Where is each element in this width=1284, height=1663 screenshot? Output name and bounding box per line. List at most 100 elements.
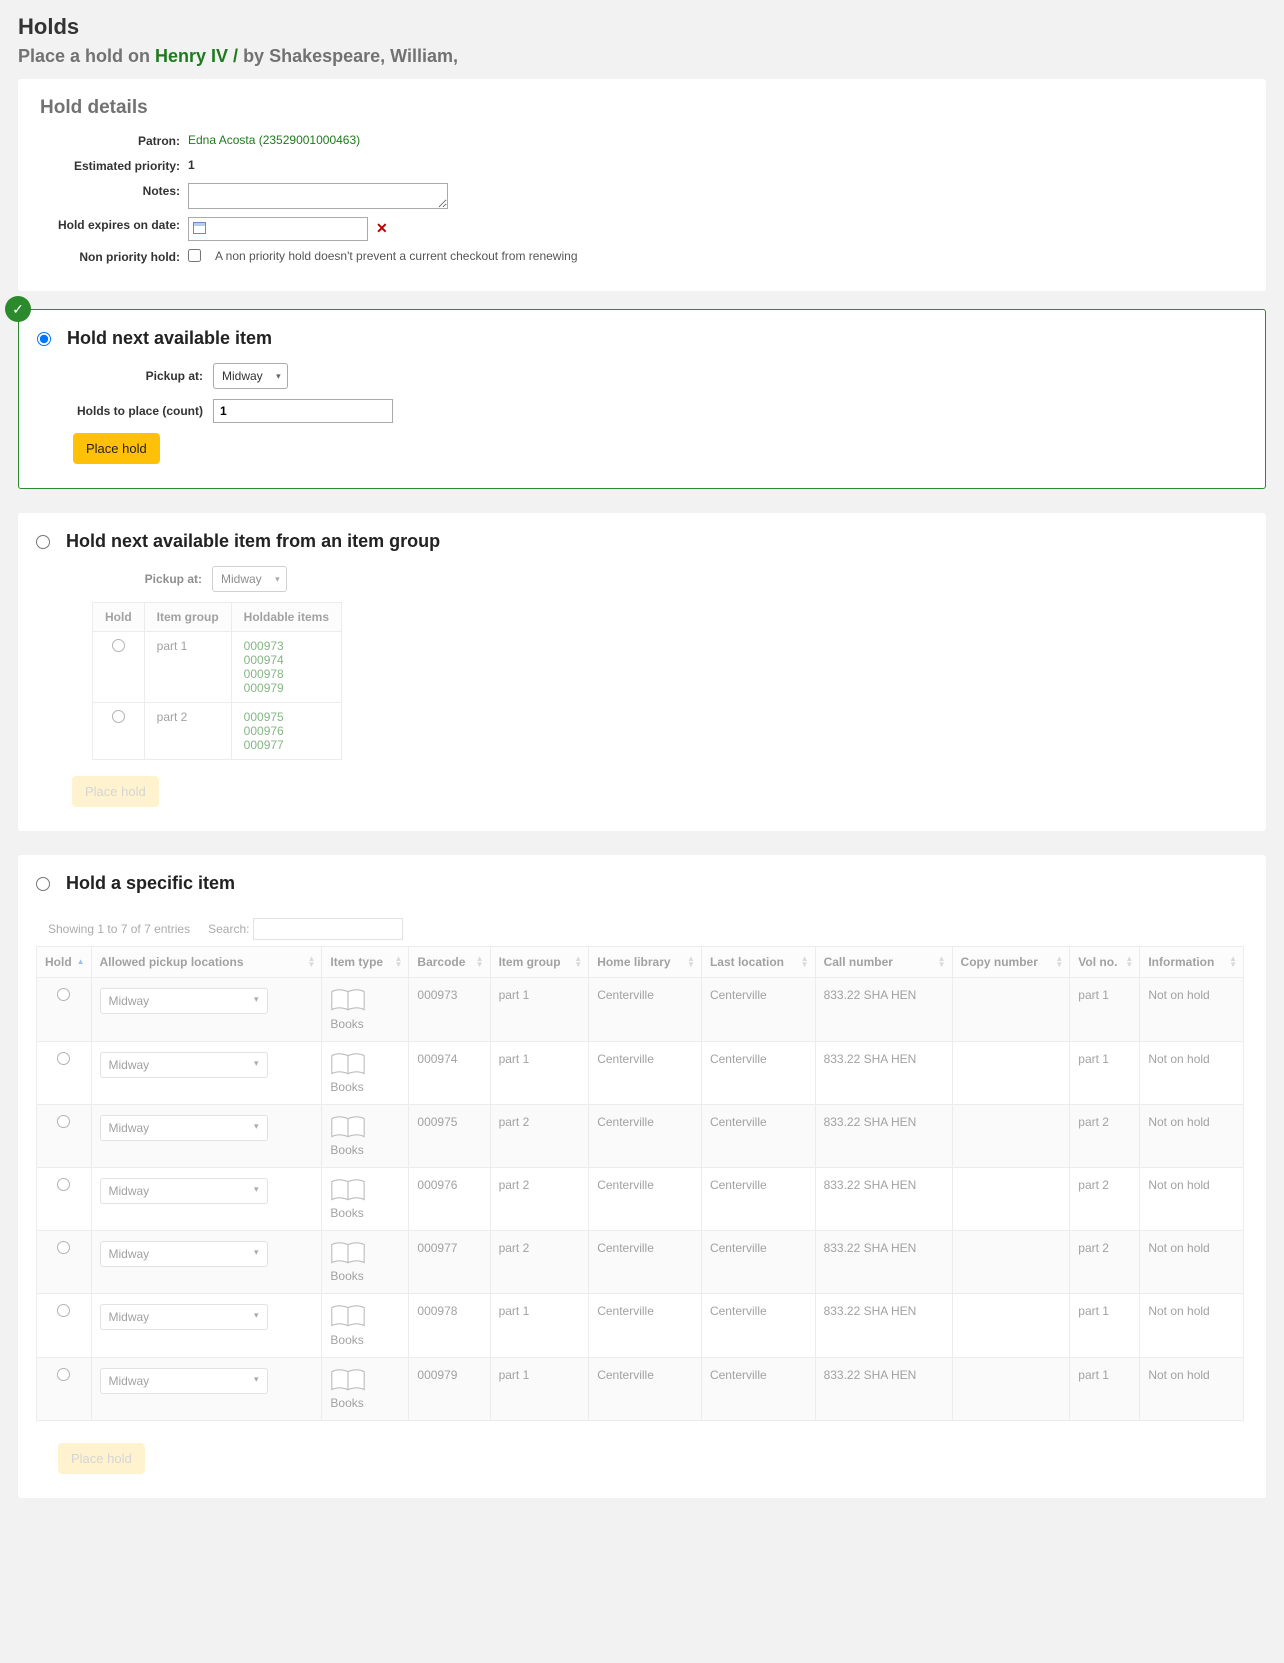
holdable-item-link[interactable]: 000975 xyxy=(244,710,329,724)
cell-last: Centerville xyxy=(701,1294,815,1357)
cell-barcode: 000978 xyxy=(409,1294,490,1357)
cell-copy xyxy=(952,978,1070,1041)
item-row-radio[interactable] xyxy=(57,1178,70,1191)
items-col-header[interactable]: Hold▲ xyxy=(37,947,92,978)
label-expires: Hold expires on date: xyxy=(40,217,188,234)
notes-input[interactable] xyxy=(188,183,448,209)
cell-last: Centerville xyxy=(701,1167,815,1230)
item-row-radio[interactable] xyxy=(57,1052,70,1065)
cell-last: Centerville xyxy=(701,1104,815,1167)
place-hold-button-3[interactable]: Place hold xyxy=(58,1443,145,1474)
book-icon xyxy=(330,1241,366,1265)
items-col-header[interactable]: Last location▲▼ xyxy=(701,947,815,978)
cell-info: Not on hold xyxy=(1140,1357,1244,1420)
cell-copy xyxy=(952,1041,1070,1104)
next-available-title: Hold next available item xyxy=(67,328,272,349)
non-priority-checkbox[interactable] xyxy=(188,249,201,262)
holdable-item-link[interactable]: 000977 xyxy=(244,738,329,752)
pickup-select-1[interactable]: Midway xyxy=(213,363,288,389)
items-col-header[interactable]: Item group▲▼ xyxy=(490,947,589,978)
pickup-select-2[interactable]: Midway xyxy=(212,566,287,592)
item-row-radio[interactable] xyxy=(57,1368,70,1381)
hold-item-group-card: Hold next available item from an item gr… xyxy=(18,513,1266,831)
cell-last: Centerville xyxy=(701,1357,815,1420)
holdable-item-link[interactable]: 000974 xyxy=(244,653,329,667)
cell-last: Centerville xyxy=(701,978,815,1041)
items-col-header[interactable]: Item type▲▼ xyxy=(322,947,409,978)
items-search-input[interactable] xyxy=(253,918,403,940)
non-priority-hint: A non priority hold doesn't prevent a cu… xyxy=(215,249,578,263)
item-group-title: Hold next available item from an item gr… xyxy=(66,531,440,552)
entries-summary: Showing 1 to 7 of 7 entries xyxy=(48,922,190,936)
cell-call: 833.22 SHA HEN xyxy=(815,978,952,1041)
holdable-item-link[interactable]: 000973 xyxy=(244,639,329,653)
group-row-radio[interactable] xyxy=(112,710,125,723)
pickup-location-select[interactable]: Midway xyxy=(100,988,268,1014)
book-icon xyxy=(330,1052,366,1076)
items-col-header[interactable]: Home library▲▼ xyxy=(589,947,702,978)
col-hold: Hold xyxy=(93,603,145,632)
subtitle-prefix: Place a hold on xyxy=(18,46,155,66)
holds-count-input[interactable] xyxy=(213,399,393,423)
cell-barcode: 000974 xyxy=(409,1041,490,1104)
group-row-radio[interactable] xyxy=(112,639,125,652)
pickup-location-select[interactable]: Midway xyxy=(100,1241,268,1267)
label-count: Holds to place (count) xyxy=(73,404,213,420)
cell-info: Not on hold xyxy=(1140,1294,1244,1357)
biblio-link[interactable]: Henry IV / xyxy=(155,46,243,66)
radio-next-available[interactable] xyxy=(37,332,51,346)
label-pickup-2: Pickup at: xyxy=(72,572,212,588)
label-notes: Notes: xyxy=(40,183,188,200)
cell-info: Not on hold xyxy=(1140,978,1244,1041)
search-label: Search: xyxy=(208,922,249,936)
radio-item-group[interactable] xyxy=(36,535,50,549)
cell-home: Centerville xyxy=(589,1294,702,1357)
holdable-item-link[interactable]: 000979 xyxy=(244,681,329,695)
item-row-radio[interactable] xyxy=(57,1241,70,1254)
cell-last: Centerville xyxy=(701,1231,815,1294)
item-row-radio[interactable] xyxy=(57,1304,70,1317)
items-col-header[interactable]: Copy number▲▼ xyxy=(952,947,1070,978)
items-col-header[interactable]: Vol no.▲▼ xyxy=(1070,947,1140,978)
pickup-location-select[interactable]: Midway xyxy=(100,1178,268,1204)
cell-info: Not on hold xyxy=(1140,1041,1244,1104)
itemtype-label: Books xyxy=(330,1396,400,1410)
priority-value: 1 xyxy=(188,158,195,172)
clear-date-icon[interactable]: ✕ xyxy=(376,220,388,237)
itemtype-label: Books xyxy=(330,1206,400,1220)
items-row: MidwayBooks000975part 2CentervilleCenter… xyxy=(37,1104,1244,1167)
hold-details-card: Hold details Patron: Edna Acosta (235290… xyxy=(18,79,1266,291)
cell-vol: part 1 xyxy=(1070,978,1140,1041)
items-col-header[interactable]: Information▲▼ xyxy=(1140,947,1244,978)
items-row: MidwayBooks000973part 1CentervilleCenter… xyxy=(37,978,1244,1041)
cell-call: 833.22 SHA HEN xyxy=(815,1294,952,1357)
items-col-header[interactable]: Call number▲▼ xyxy=(815,947,952,978)
patron-link[interactable]: Edna Acosta (23529001000463) xyxy=(188,133,360,147)
expires-date-input[interactable] xyxy=(188,217,368,241)
pickup-location-select[interactable]: Midway xyxy=(100,1368,268,1394)
holdable-item-link[interactable]: 000976 xyxy=(244,724,329,738)
cell-call: 833.22 SHA HEN xyxy=(815,1041,952,1104)
items-col-header[interactable]: Barcode▲▼ xyxy=(409,947,490,978)
subtitle-author: by Shakespeare, William, xyxy=(243,46,458,66)
specific-item-title: Hold a specific item xyxy=(66,873,235,894)
items-col-header[interactable]: Allowed pickup locations▲▼ xyxy=(91,947,322,978)
item-row-radio[interactable] xyxy=(57,988,70,1001)
cell-barcode: 000979 xyxy=(409,1357,490,1420)
cell-group: part 1 xyxy=(490,1357,589,1420)
cell-call: 833.22 SHA HEN xyxy=(815,1104,952,1167)
hold-specific-item-card: Hold a specific item Showing 1 to 7 of 7… xyxy=(18,855,1266,1497)
group-name-cell: part 2 xyxy=(144,703,231,760)
pickup-location-select[interactable]: Midway xyxy=(100,1052,268,1078)
place-hold-button-1[interactable]: Place hold xyxy=(73,433,160,464)
cell-vol: part 2 xyxy=(1070,1104,1140,1167)
item-row-radio[interactable] xyxy=(57,1115,70,1128)
book-icon xyxy=(330,1368,366,1392)
pickup-location-select[interactable]: Midway xyxy=(100,1115,268,1141)
radio-specific-item[interactable] xyxy=(36,877,50,891)
holdable-item-link[interactable]: 000978 xyxy=(244,667,329,681)
pickup-location-select[interactable]: Midway xyxy=(100,1304,268,1330)
cell-group: part 2 xyxy=(490,1231,589,1294)
place-hold-button-2[interactable]: Place hold xyxy=(72,776,159,807)
cell-copy xyxy=(952,1231,1070,1294)
